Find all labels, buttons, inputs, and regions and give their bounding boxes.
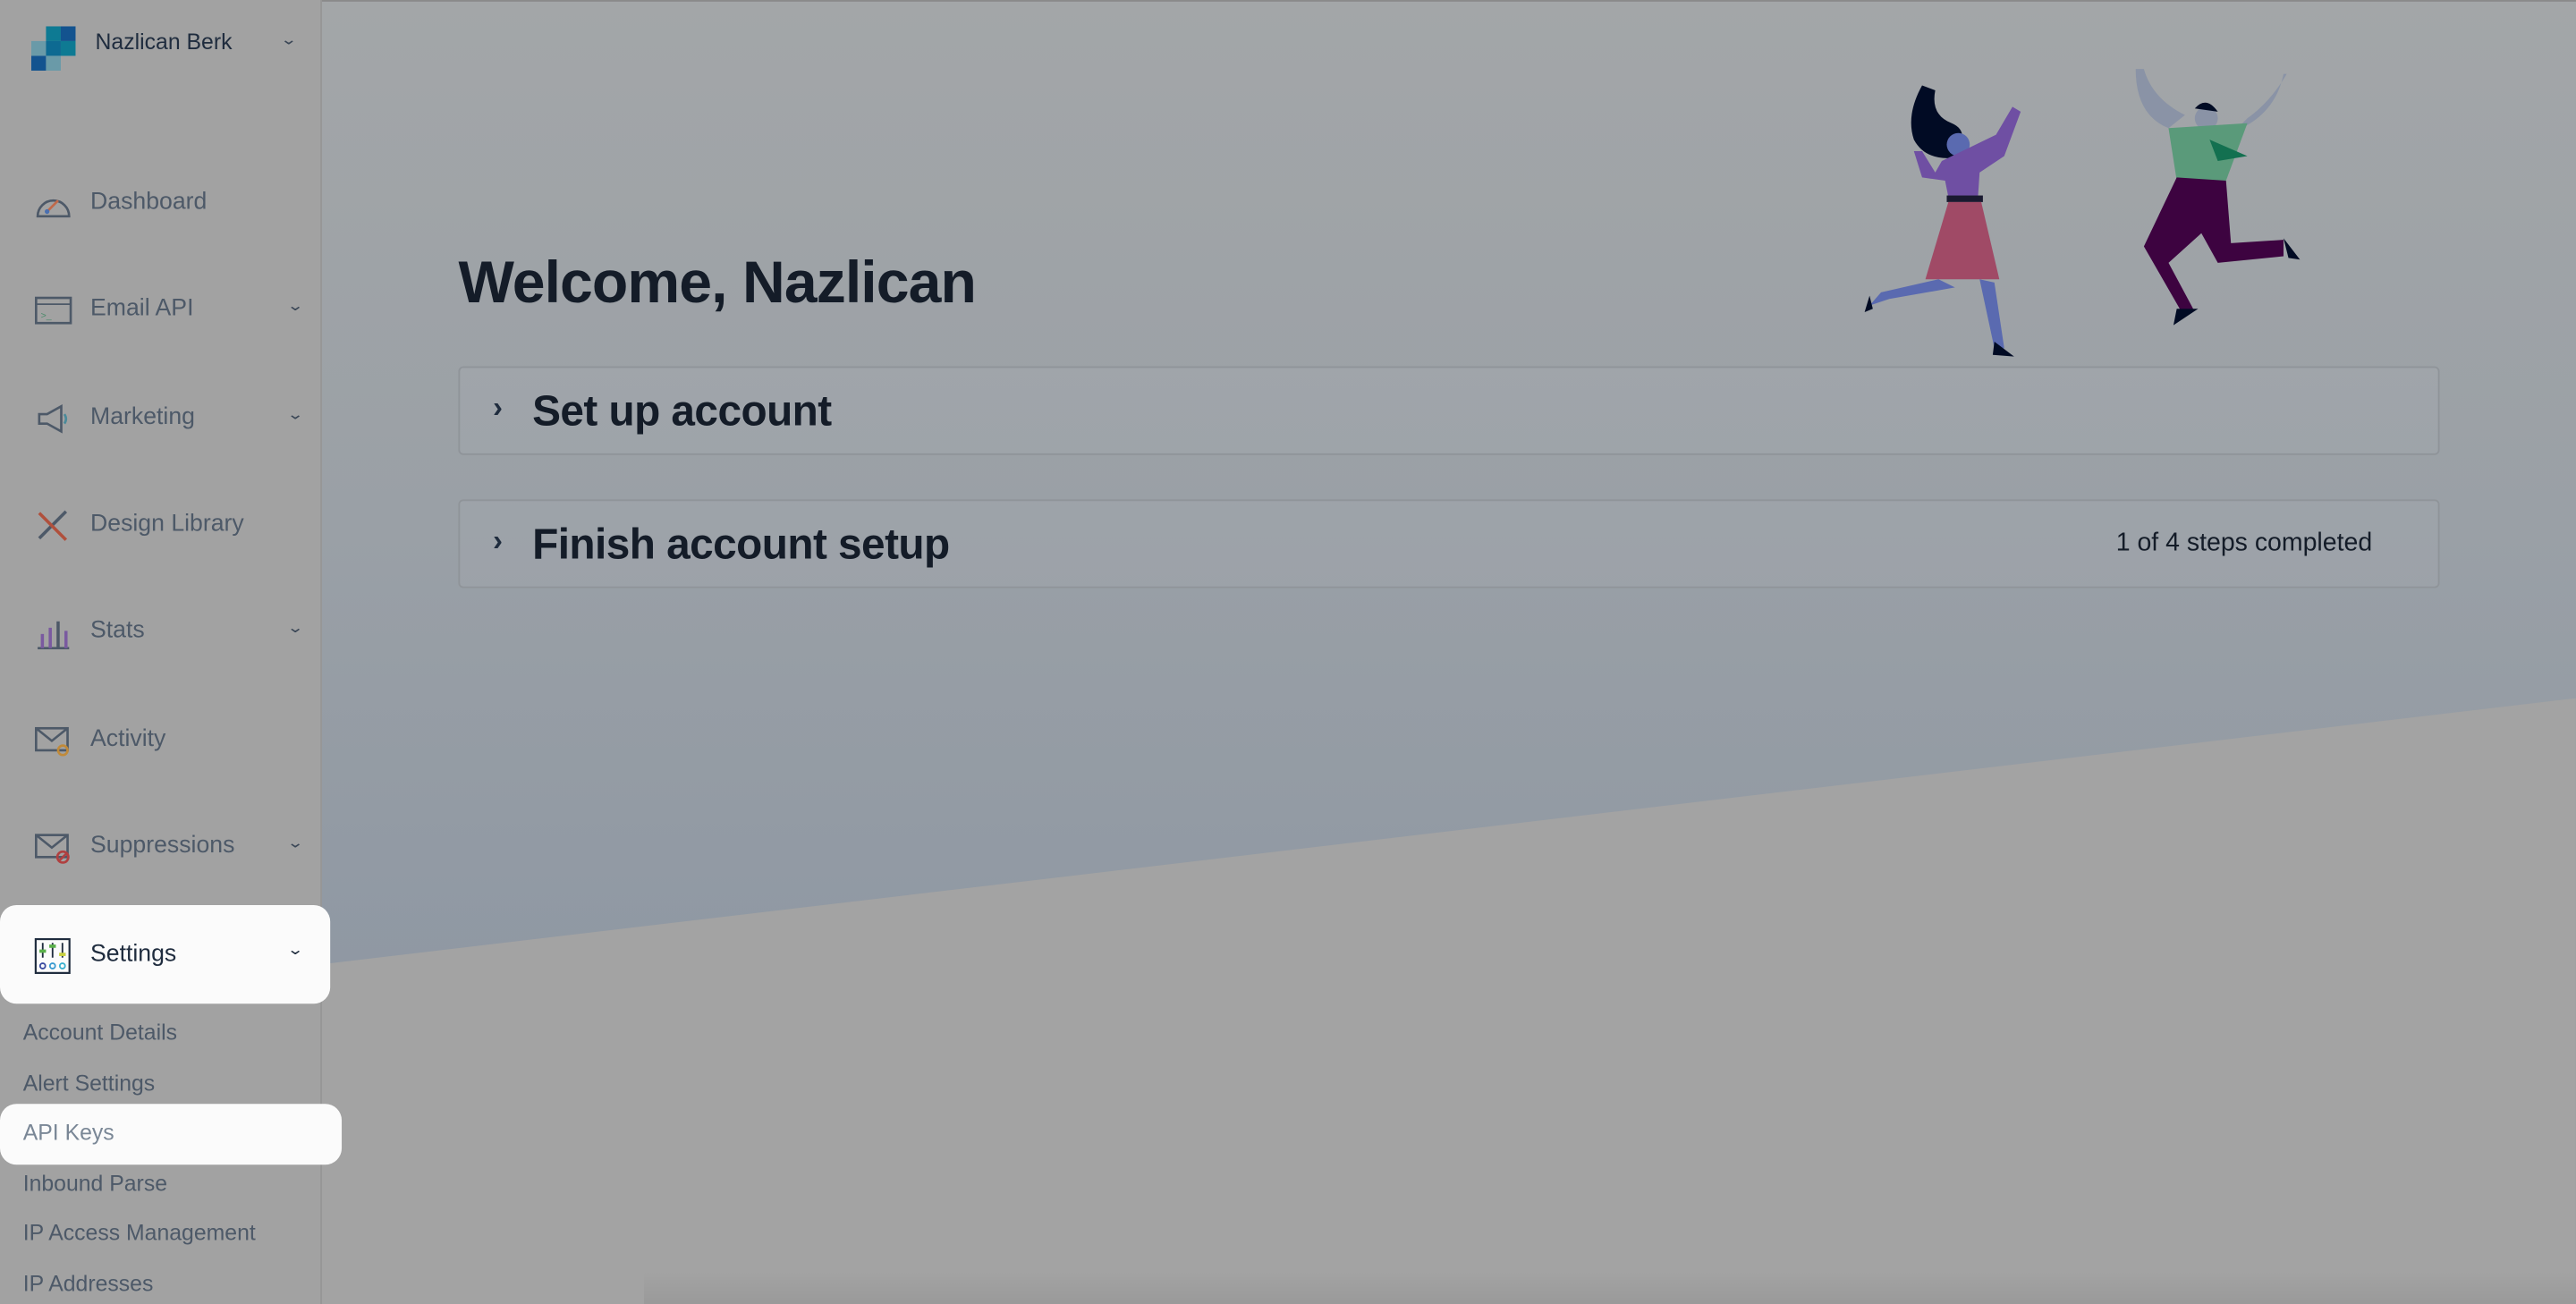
logo-icon <box>30 26 76 71</box>
sidebar-item-label: Stats <box>90 617 145 644</box>
accordion-title: Set up account <box>532 385 832 436</box>
sidebar-subitem-api-keys[interactable]: API Keys <box>23 1121 114 1146</box>
chevron-down-icon: ⌄ <box>286 405 304 423</box>
sidebar-item-dashboard[interactable]: Dashboard <box>0 171 320 236</box>
sidebar-item-suppressions[interactable]: Suppressions ⌄ <box>0 815 320 880</box>
accordion-title: Finish account setup <box>532 519 950 569</box>
sidebar: Nazlican Berk ⌄ Dashboard >_ Email API ⌄… <box>0 0 343 1304</box>
sidebar-item-label: Settings <box>90 941 177 968</box>
sidebar-item-label: Activity <box>90 725 166 753</box>
sidebar-item-label: Email API <box>90 295 194 322</box>
stats-chart-icon <box>38 621 70 650</box>
email-api-icon: >_ <box>35 296 72 325</box>
chevron-down-icon: ⌄ <box>286 297 304 314</box>
sidebar-item-design-library[interactable]: Design Library <box>0 493 320 558</box>
activity-envelope-icon <box>35 726 69 757</box>
sidebar-item-marketing[interactable]: Marketing ⌄ <box>0 386 320 452</box>
sidebar-item-activity[interactable]: Activity <box>0 708 320 774</box>
steps-progress-text: 1 of 4 steps completed <box>2115 529 2373 557</box>
accordion-set-up-account[interactable]: › Set up account <box>458 366 2440 455</box>
account-switcher[interactable]: Nazlican Berk ⌄ <box>30 26 320 72</box>
sidebar-item-label: Suppressions <box>90 833 235 859</box>
suppressions-envelope-icon <box>35 834 70 864</box>
chevron-down-icon: ⌄ <box>286 834 304 851</box>
account-name: Nazlican Berk <box>95 30 233 55</box>
sidebar-subitem-ip-addresses[interactable]: IP Addresses <box>23 1272 154 1297</box>
dashboard-gauge-icon <box>36 199 71 218</box>
top-border <box>0 0 2576 2</box>
sidebar-subitem-inbound-parse[interactable]: Inbound Parse <box>23 1172 167 1197</box>
sidebar-subitem-alert-settings[interactable]: Alert Settings <box>23 1071 155 1097</box>
chevron-down-icon: ⌄ <box>286 941 304 958</box>
design-tools-icon <box>38 510 68 541</box>
sidebar-subitem-ip-access-management[interactable]: IP Access Management <box>23 1221 256 1246</box>
page-title: Welcome, Nazlican <box>458 248 976 316</box>
svg-text:>_: >_ <box>41 310 52 321</box>
sidebar-item-stats[interactable]: Stats ⌄ <box>0 599 320 665</box>
sidebar-subitem-account-details[interactable]: Account Details <box>23 1020 177 1046</box>
chevron-down-icon[interactable]: ⌄ <box>280 31 297 49</box>
sidebar-item-label: Dashboard <box>90 189 208 216</box>
megaphone-icon <box>38 404 68 434</box>
sidebar-item-settings[interactable]: Settings ⌄ <box>0 905 331 1004</box>
chevron-down-icon: ⌄ <box>286 619 304 636</box>
chevron-right-icon: › <box>493 523 504 557</box>
bottom-shade <box>643 1271 2576 1304</box>
accordion-finish-account-setup[interactable]: › Finish account setup 1 of 4 steps comp… <box>458 499 2440 588</box>
sidebar-item-label: Design Library <box>90 511 244 538</box>
celebration-illustration <box>1864 69 2301 357</box>
sidebar-item-email-api[interactable]: >_ Email API ⌄ <box>0 277 320 343</box>
settings-sliders-icon <box>34 937 71 974</box>
sidebar-item-label: Marketing <box>90 403 195 431</box>
chevron-right-icon: › <box>493 391 504 424</box>
